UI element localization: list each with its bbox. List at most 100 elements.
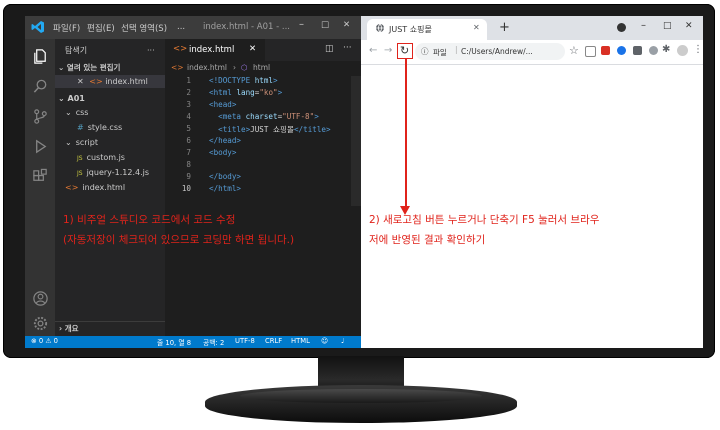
chevron-down-icon: ⌄ bbox=[58, 63, 65, 72]
line-number: 4 bbox=[186, 112, 191, 121]
split-editor-icon[interactable]: ◫ bbox=[325, 44, 334, 54]
feedback-icon[interactable]: ☺ bbox=[321, 337, 328, 345]
back-arrow-icon[interactable]: ← bbox=[369, 45, 377, 56]
browser-tab-title: JUST 쇼핑몰 bbox=[389, 25, 432, 34]
code-token: </html> bbox=[209, 184, 242, 193]
maximize-button[interactable]: □ bbox=[321, 20, 329, 30]
profile-record-icon[interactable] bbox=[617, 23, 626, 32]
menu-file[interactable]: 파일(F) bbox=[53, 22, 80, 34]
bell-icon[interactable]: ♩ bbox=[341, 337, 344, 345]
maximize-button[interactable]: □ bbox=[663, 21, 672, 31]
encoding-indicator[interactable]: UTF-8 bbox=[235, 337, 255, 345]
vscode-titlebar: 파일(F) 편집(E) 선택 영역(S) ... index.html - A0… bbox=[25, 16, 361, 39]
puzzle-extensions-icon[interactable]: ✱ bbox=[662, 44, 670, 55]
close-icon[interactable]: ✕ bbox=[473, 23, 480, 32]
gear-icon[interactable] bbox=[31, 314, 49, 332]
tree-file[interactable]: <> index.html bbox=[65, 181, 125, 194]
monitor-bezel: 파일(F) 편집(E) 선택 영역(S) ... index.html - A0… bbox=[3, 4, 715, 358]
folder-root[interactable]: ⌄ A01 bbox=[58, 92, 85, 105]
line-number: 5 bbox=[186, 124, 191, 133]
minimize-button[interactable]: – bbox=[641, 20, 646, 31]
bookmark-star-icon[interactable]: ☆ bbox=[569, 44, 579, 57]
extension-icon[interactable] bbox=[617, 46, 626, 55]
globe-icon bbox=[375, 23, 385, 35]
address-bar[interactable]: ⓘ 파일 | C:/Users/Andrew/... bbox=[415, 43, 565, 60]
run-debug-icon[interactable] bbox=[31, 137, 49, 155]
line-number: 2 bbox=[186, 88, 191, 97]
code-token: <meta bbox=[209, 112, 246, 121]
extension-icon[interactable] bbox=[649, 46, 658, 55]
new-tab-button[interactable]: + bbox=[499, 20, 510, 35]
html-file-icon: <> bbox=[89, 77, 103, 86]
breadcrumb-file[interactable]: index.html bbox=[187, 63, 227, 72]
menu-edit[interactable]: 편집(E) bbox=[87, 22, 115, 34]
tab-index-html[interactable]: <> index.html ✕ bbox=[165, 39, 265, 61]
code-token: <body> bbox=[209, 148, 237, 157]
code-line: </body> bbox=[209, 172, 241, 181]
code-token: </head> bbox=[209, 136, 242, 145]
tab-label: index.html bbox=[189, 45, 235, 55]
tree-item-label: script bbox=[75, 138, 98, 147]
code-line: <!DOCTYPE html> bbox=[209, 76, 278, 85]
eol-indicator[interactable]: CRLF bbox=[265, 337, 282, 345]
menu-selection[interactable]: 선택 영역(S) bbox=[121, 22, 167, 34]
search-icon[interactable] bbox=[31, 77, 49, 95]
outline-section[interactable]: › 개요 bbox=[55, 321, 165, 335]
breadcrumb-element[interactable]: html bbox=[253, 63, 270, 72]
language-indicator[interactable]: HTML bbox=[291, 337, 310, 345]
source-control-icon[interactable] bbox=[31, 107, 49, 125]
tree-file[interactable]: JS custom.js bbox=[77, 151, 125, 164]
js-file-icon: JS bbox=[77, 170, 83, 177]
tree-file[interactable]: # style.css bbox=[77, 121, 122, 134]
menu-more[interactable]: ... bbox=[177, 22, 185, 32]
open-editor-label: index.html bbox=[105, 77, 148, 86]
annotation-right-line2: 저에 반영된 결과 확인하기 bbox=[369, 234, 486, 246]
close-icon[interactable]: ✕ bbox=[249, 44, 256, 54]
code-line: </html> bbox=[209, 184, 241, 193]
code-line: </head> bbox=[209, 136, 241, 145]
close-icon[interactable]: ✕ bbox=[77, 77, 84, 86]
minimize-button[interactable]: – bbox=[299, 19, 304, 30]
code-token: "ko" bbox=[259, 88, 278, 97]
kebab-menu-icon[interactable]: ⋮ bbox=[693, 44, 703, 55]
chevron-down-icon: ⌄ bbox=[58, 94, 65, 103]
more-actions-button[interactable]: ··· bbox=[343, 43, 352, 53]
element-icon: ⬡ bbox=[241, 63, 248, 72]
extensions-icon[interactable] bbox=[31, 167, 49, 185]
line-number: 3 bbox=[186, 100, 191, 109]
monitor-stand-highlight bbox=[240, 389, 482, 403]
minimap-scrollbar[interactable] bbox=[351, 76, 361, 206]
code-token: <head> bbox=[209, 100, 237, 109]
indentation-indicator[interactable]: 공백: 2 bbox=[203, 337, 224, 347]
annotation-left-line2: (자동저장이 체크되어 있으므로 코딩만 하면 됩니다.) bbox=[63, 234, 295, 246]
address-scheme-label: 파일 bbox=[433, 48, 447, 57]
open-editors-section[interactable]: ⌄ 열려 있는 편집기 bbox=[58, 61, 120, 74]
explorer-more-button[interactable]: ··· bbox=[147, 44, 155, 57]
vscode-logo-icon bbox=[31, 20, 45, 37]
info-icon: ⓘ bbox=[421, 47, 429, 56]
tree-file[interactable]: JS jquery-1.12.4.js bbox=[77, 166, 149, 179]
js-file-icon: JS bbox=[77, 155, 83, 162]
close-button[interactable]: ✕ bbox=[343, 20, 350, 30]
tree-folder[interactable]: ⌄ script bbox=[65, 136, 98, 149]
code-token: > bbox=[314, 112, 319, 121]
account-icon[interactable] bbox=[31, 289, 49, 307]
extension-icon[interactable] bbox=[601, 46, 610, 55]
extension-icon[interactable] bbox=[633, 46, 642, 55]
code-line: <head> bbox=[209, 100, 236, 109]
tree-item-label: jquery-1.12.4.js bbox=[86, 168, 150, 177]
avatar[interactable] bbox=[677, 45, 688, 56]
browser-tab[interactable]: JUST 쇼핑몰 ✕ bbox=[367, 19, 487, 40]
problems-indicator[interactable]: ⊗ 0 ⚠ 0 bbox=[31, 337, 58, 345]
line-number: 8 bbox=[186, 160, 191, 169]
cursor-position[interactable]: 줄 10, 열 8 bbox=[157, 337, 191, 347]
open-editor-item[interactable]: ✕ <> index.html bbox=[55, 75, 165, 88]
forward-arrow-icon[interactable]: → bbox=[384, 45, 392, 56]
explorer-icon[interactable] bbox=[31, 47, 49, 65]
tree-folder[interactable]: ⌄ css bbox=[65, 106, 88, 119]
extension-icon[interactable] bbox=[585, 46, 596, 57]
code-line: <title>JUST 쇼핑몰</title> bbox=[209, 124, 330, 135]
editor-tabbar: <> index.html ✕ ◫ ··· bbox=[165, 39, 361, 61]
close-button[interactable]: ✕ bbox=[685, 21, 693, 31]
line-number: 10 bbox=[181, 184, 191, 193]
